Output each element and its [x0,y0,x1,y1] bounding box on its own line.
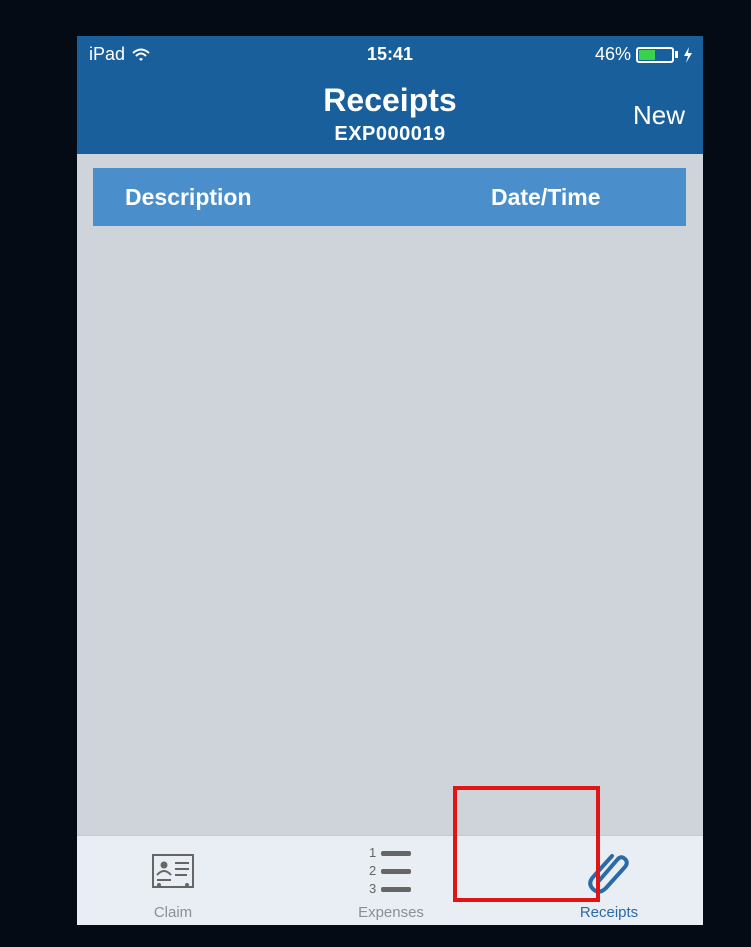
app-screen: iPad 15:41 46% Receipts EXP000019 New De… [77,36,703,925]
battery-percent: 46% [594,44,631,64]
tab-expenses[interactable]: 1 2 3 Expenses [311,836,471,925]
numbered-list-icon: 1 2 3 [369,845,411,896]
battery-tip [675,51,678,58]
receipts-tab-highlight [453,786,600,902]
claim-number: EXP000019 [334,123,446,145]
id-card-icon [152,854,194,888]
status-right: 46% [595,44,693,65]
battery-fill [639,49,655,60]
tab-label-claim: Claim [153,904,193,921]
page-title: Receipts [323,82,457,118]
svg-text:2: 2 [369,863,376,878]
tab-label-receipts: Receipts [579,904,639,921]
battery-icon [636,46,674,63]
column-header-date-time: Date/Time [491,184,601,210]
receipts-table-header: Description Date/Time [93,168,686,226]
column-header-description: Description [125,184,252,210]
svg-text:3: 3 [369,881,376,896]
navigation-bar: iPad 15:41 46% Receipts EXP000019 New [77,36,703,154]
tab-bar: Claim 1 2 3 Expenses Receipts [77,835,703,925]
svg-text:1: 1 [369,845,376,860]
new-receipt-button[interactable]: New [633,100,685,131]
tab-claim[interactable]: Claim [93,836,253,925]
tab-label-expenses: Expenses [358,904,424,921]
charging-icon [684,46,692,63]
